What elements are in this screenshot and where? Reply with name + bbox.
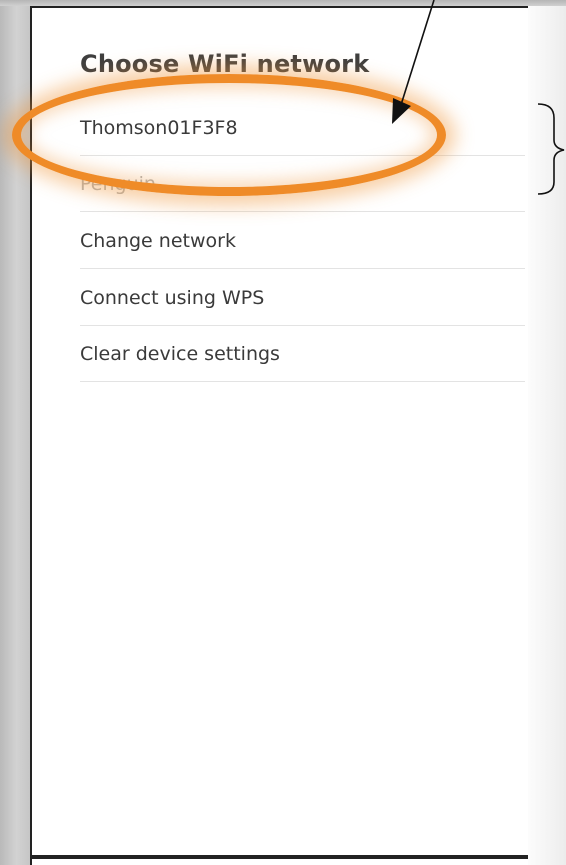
network-item-penguin[interactable]: Penguin: [80, 156, 525, 212]
screen-bottom-edge: [30, 855, 528, 859]
menu-item-change-network[interactable]: Change network: [80, 213, 525, 269]
menu-item-connect-wps[interactable]: Connect using WPS: [80, 270, 525, 326]
network-item-thomson[interactable]: Thomson01F3F8: [80, 100, 525, 156]
background-left: [0, 0, 30, 865]
page-title: Choose WiFi network: [80, 50, 370, 78]
background-right: [528, 6, 566, 865]
menu-item-clear-settings[interactable]: Clear device settings: [80, 326, 525, 382]
